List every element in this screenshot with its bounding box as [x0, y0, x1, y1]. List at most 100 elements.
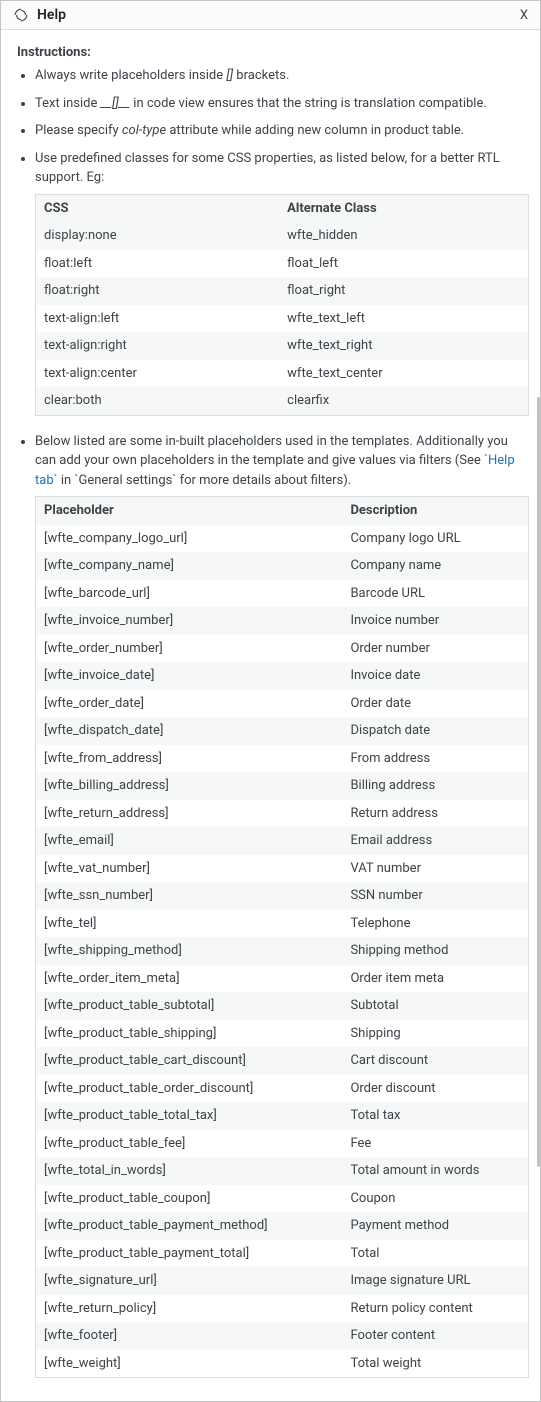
alt-class-cell: float_right	[279, 277, 528, 305]
instructions-heading: Instructions:	[17, 45, 524, 60]
table-row: [wfte_product_table_subtotal]Subtotal	[36, 992, 529, 1020]
description-cell: Return address	[342, 800, 528, 828]
description-cell: Shipping method	[342, 937, 528, 965]
description-cell: Fee	[342, 1130, 528, 1158]
description-cell: Company logo URL	[342, 525, 528, 553]
description-cell: Shipping	[342, 1020, 528, 1048]
table-row: [wfte_invoice_number]Invoice number	[36, 607, 529, 635]
list-item: Please specify col-type attribute while …	[35, 121, 524, 141]
css-prop-cell: display:none	[36, 222, 280, 250]
description-cell: Return policy content	[342, 1295, 528, 1323]
table-header-row: Placeholder Description	[36, 497, 529, 525]
description-cell: VAT number	[342, 855, 528, 883]
placeholder-cell: [wfte_order_item_meta]	[36, 965, 343, 993]
table-row: [wfte_return_address]Return address	[36, 800, 529, 828]
description-cell: Total weight	[342, 1350, 528, 1378]
placeholder-cell: [wfte_dispatch_date]	[36, 717, 343, 745]
placeholder-cell: [wfte_signature_url]	[36, 1267, 343, 1295]
alt-class-cell: wfte_text_center	[279, 360, 528, 388]
table-row: [wfte_product_table_payment_total]Total	[36, 1240, 529, 1268]
scrollbar-thumb[interactable]	[537, 397, 540, 1167]
table-row: [wfte_company_name]Company name	[36, 552, 529, 580]
instructions-list: Always write placeholders inside [] brac…	[17, 66, 524, 416]
text: Use predefined classes for some CSS prop…	[35, 151, 500, 186]
alt-class-cell: wfte_hidden	[279, 222, 528, 250]
placeholder-cell: [wfte_product_table_order_discount]	[36, 1075, 343, 1103]
placeholder-cell: [wfte_barcode_url]	[36, 580, 343, 608]
description-cell: SSN number	[342, 882, 528, 910]
description-cell: Cart discount	[342, 1047, 528, 1075]
table-row: [wfte_return_policy]Return policy conten…	[36, 1295, 529, 1323]
description-cell: Dispatch date	[342, 717, 528, 745]
placeholder-section: Below listed are some in-built placehold…	[17, 432, 524, 1379]
description-cell: Billing address	[342, 772, 528, 800]
table-row: float:leftfloat_left	[36, 250, 529, 278]
table-row: [wfte_ssn_number]SSN number	[36, 882, 529, 910]
placeholder-cell: [wfte_billing_address]	[36, 772, 343, 800]
placeholder-table: Placeholder Description [wfte_company_lo…	[35, 496, 529, 1378]
table-row: text-align:rightwfte_text_right	[36, 332, 529, 360]
table-row: [wfte_billing_address]Billing address	[36, 772, 529, 800]
table-header-row: CSS Alternate Class	[36, 194, 529, 222]
table-row: [wfte_product_table_cart_discount]Cart d…	[36, 1047, 529, 1075]
table-row: text-align:leftwfte_text_left	[36, 305, 529, 333]
description-cell: Subtotal	[342, 992, 528, 1020]
placeholder-cell: [wfte_invoice_date]	[36, 662, 343, 690]
alt-class-cell: clearfix	[279, 387, 528, 415]
alt-class-cell: wfte_text_right	[279, 332, 528, 360]
placeholder-cell: [wfte_product_table_coupon]	[36, 1185, 343, 1213]
col-header: Description	[342, 497, 528, 525]
panel-header: Help X	[1, 1, 540, 30]
table-row: [wfte_from_address]From address	[36, 745, 529, 773]
text: attribute while adding new column in pro…	[166, 123, 464, 138]
table-row: [wfte_product_table_total_tax]Total tax	[36, 1102, 529, 1130]
placeholder-cell: [wfte_product_table_payment_method]	[36, 1212, 343, 1240]
text: Text inside	[35, 96, 101, 111]
table-row: [wfte_vat_number]VAT number	[36, 855, 529, 883]
description-cell: Image signature URL	[342, 1267, 528, 1295]
placeholder-cell: [wfte_footer]	[36, 1322, 343, 1350]
text: Always write placeholders inside	[35, 68, 226, 83]
col-header: CSS	[36, 194, 280, 222]
table-row: [wfte_product_table_order_discount]Order…	[36, 1075, 529, 1103]
description-cell: Total	[342, 1240, 528, 1268]
table-row: [wfte_order_number]Order number	[36, 635, 529, 663]
panel-title: Help	[37, 7, 512, 23]
css-prop-cell: float:left	[36, 250, 280, 278]
col-header: Alternate Class	[279, 194, 528, 222]
table-row: [wfte_product_table_coupon]Coupon	[36, 1185, 529, 1213]
text: Below listed are some in-built placehold…	[35, 434, 508, 469]
placeholder-cell: [wfte_return_address]	[36, 800, 343, 828]
col-header: Placeholder	[36, 497, 343, 525]
description-cell: Payment method	[342, 1212, 528, 1240]
placeholder-cell: [wfte_product_table_fee]	[36, 1130, 343, 1158]
list-item: Below listed are some in-built placehold…	[35, 432, 524, 1379]
description-cell: Order date	[342, 690, 528, 718]
placeholder-cell: [wfte_order_number]	[36, 635, 343, 663]
text: in code view ensures that the string is …	[130, 96, 487, 111]
description-cell: Invoice number	[342, 607, 528, 635]
placeholder-cell: [wfte_product_table_total_tax]	[36, 1102, 343, 1130]
description-cell: Total amount in words	[342, 1157, 528, 1185]
css-prop-cell: clear:both	[36, 387, 280, 415]
text: in `General settings` for more details a…	[58, 473, 352, 488]
text: brackets.	[233, 68, 289, 83]
table-row: [wfte_total_in_words]Total amount in wor…	[36, 1157, 529, 1185]
alt-class-cell: wfte_text_left	[279, 305, 528, 333]
table-row: [wfte_tel]Telephone	[36, 910, 529, 938]
placeholder-cell: [wfte_order_date]	[36, 690, 343, 718]
table-row: [wfte_order_item_meta]Order item meta	[36, 965, 529, 993]
close-button[interactable]: X	[520, 8, 528, 23]
content-area: Instructions: Always write placeholders …	[1, 30, 540, 1401]
description-cell: Order item meta	[342, 965, 528, 993]
table-row: [wfte_shipping_method]Shipping method	[36, 937, 529, 965]
css-prop-cell: float:right	[36, 277, 280, 305]
css-prop-cell: text-align:right	[36, 332, 280, 360]
placeholder-cell: [wfte_tel]	[36, 910, 343, 938]
description-cell: Barcode URL	[342, 580, 528, 608]
table-row: [wfte_dispatch_date]Dispatch date	[36, 717, 529, 745]
description-cell: From address	[342, 745, 528, 773]
placeholder-cell: [wfte_invoice_number]	[36, 607, 343, 635]
table-row: [wfte_company_logo_url]Company logo URL	[36, 525, 529, 553]
table-row: [wfte_signature_url]Image signature URL	[36, 1267, 529, 1295]
